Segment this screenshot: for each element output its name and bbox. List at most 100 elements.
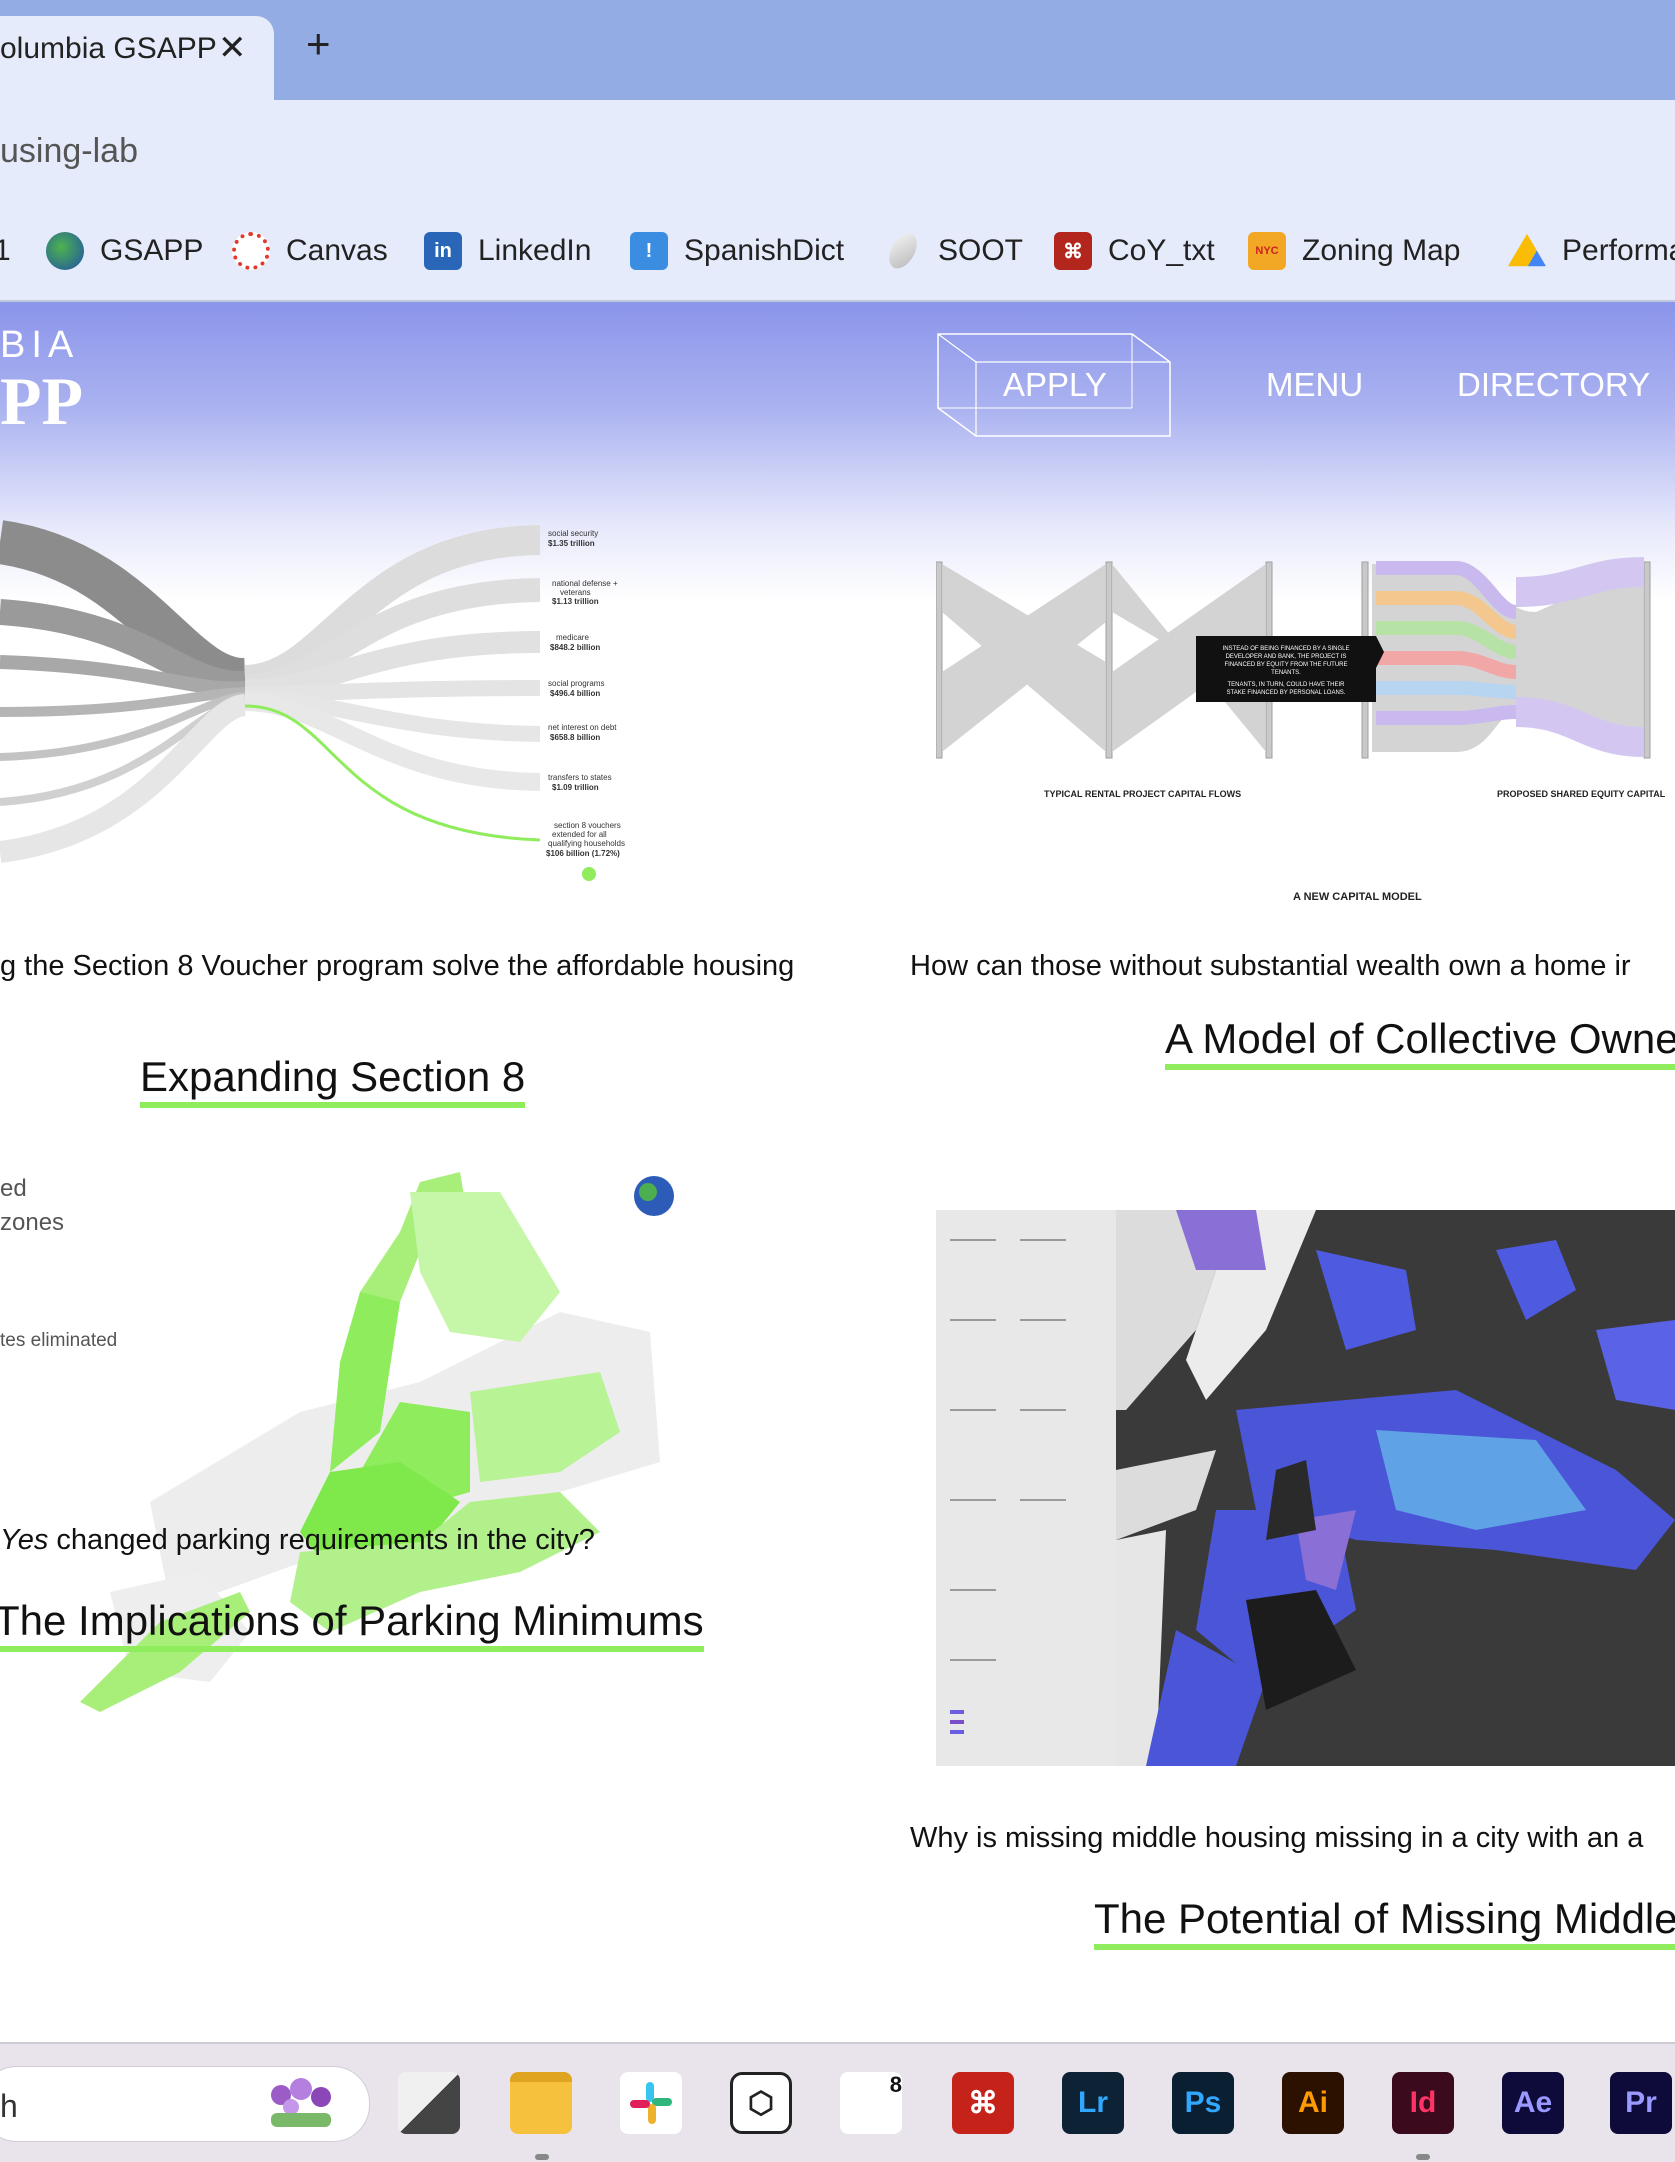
- capital-model-figure[interactable]: INSTEAD OF BEING FINANCED BY A SINGLE DE…: [936, 552, 1675, 922]
- bookmark-label: Canvas: [286, 234, 388, 267]
- spanishdict-icon: !: [630, 232, 668, 270]
- svg-text:transfers to states: transfers to states: [548, 773, 612, 782]
- task-view-icon[interactable]: [398, 2072, 460, 2134]
- bookmark-performa[interactable]: Performa: [1508, 228, 1675, 274]
- flowers-icon: [271, 2078, 331, 2127]
- description-text: changed parking requirements in the city…: [48, 1524, 595, 1556]
- svg-text:social programs: social programs: [548, 679, 604, 688]
- after-effects-icon[interactable]: Ae: [1502, 2072, 1564, 2134]
- site-logo-top[interactable]: BIA: [0, 324, 79, 367]
- acrobat-icon[interactable]: ⌘: [952, 2072, 1014, 2134]
- svg-text:TENANTS.: TENANTS.: [1271, 670, 1301, 676]
- svg-text:$1.09 trillion: $1.09 trillion: [552, 783, 599, 792]
- rhino-icon[interactable]: 8: [840, 2072, 902, 2134]
- svg-text:FINANCED BY EQUITY FROM THE FU: FINANCED BY EQUITY FROM THE FUTURE: [1224, 662, 1347, 668]
- running-indicator: [535, 2154, 549, 2160]
- soot-icon: [883, 228, 923, 274]
- blender-cube-icon[interactable]: ⬡: [730, 2072, 792, 2134]
- svg-text:zones: zones: [0, 1209, 64, 1236]
- svg-text:medicare: medicare: [556, 633, 589, 642]
- tab-title: olumbia GSAPP: [0, 32, 217, 65]
- svg-text:DEVELOPER AND BANK, THE PROJEC: DEVELOPER AND BANK, THE PROJECT IS: [1226, 654, 1347, 660]
- svg-text:$106 billion (1.72%): $106 billion (1.72%): [546, 849, 620, 858]
- bookmark-label: Performa: [1562, 234, 1675, 267]
- running-indicator: [1416, 2154, 1430, 2160]
- globe-icon: [46, 232, 84, 270]
- windows-taskbar: h ⬡ 8 ⌘ Lr Ps Ai Id Ae Pr: [0, 2042, 1675, 2162]
- missing-middle-map[interactable]: [936, 1210, 1675, 1766]
- browser-tab-strip: olumbia GSAPP ✕ +: [0, 0, 1675, 100]
- svg-text:$848.2 billion: $848.2 billion: [550, 643, 600, 652]
- search-placeholder[interactable]: h: [0, 2088, 18, 2125]
- google-drive-icon: [1508, 233, 1546, 267]
- bookmark-label: GSAPP: [100, 234, 204, 267]
- svg-text:$658.8 billion: $658.8 billion: [550, 733, 600, 742]
- taskbar-search-box[interactable]: [0, 2066, 370, 2142]
- bookmark-label: Zoning Map: [1302, 234, 1461, 267]
- bookmark-label: 1: [0, 234, 11, 268]
- svg-text:national defense +: national defense +: [552, 579, 618, 588]
- project-description: How can those without substantial wealth…: [910, 950, 1631, 982]
- site-logo-bottom[interactable]: PP: [0, 362, 83, 441]
- project-description: g the Section 8 Voucher program solve th…: [0, 950, 795, 982]
- menu-link[interactable]: MENU: [1266, 366, 1363, 404]
- svg-text:PROPOSED SHARED EQUITY CAPITAL: PROPOSED SHARED EQUITY CAPITAL: [1497, 789, 1666, 799]
- bookmark-label: CoY_txt: [1108, 234, 1215, 267]
- svg-text:extended for all: extended for all: [552, 830, 607, 839]
- svg-text:ed: ed: [0, 1175, 27, 1202]
- project-title-collective-ownership[interactable]: A Model of Collective Owne: [1165, 1015, 1675, 1071]
- bookmark-label: SpanishDict: [684, 234, 845, 267]
- svg-text:INSTEAD OF BEING FINANCED BY A: INSTEAD OF BEING FINANCED BY A SINGLE: [1223, 646, 1350, 652]
- bookmark-linkedin[interactable]: in LinkedIn: [424, 228, 591, 274]
- pdf-icon: ⌘: [1054, 232, 1092, 270]
- emphasis-text: Yes: [0, 1524, 49, 1556]
- canvas-icon: [232, 232, 270, 270]
- indesign-icon[interactable]: Id: [1392, 2072, 1454, 2134]
- bookmarks-bar: 1 GSAPP Canvas in LinkedIn ! SpanishDict…: [0, 200, 1675, 302]
- section8-sankey-figure[interactable]: social security$1.35 trillion national d…: [0, 502, 640, 902]
- directory-link[interactable]: DIRECTORY: [1457, 366, 1650, 404]
- project-description: Yes changed parking requirements in the …: [0, 1524, 595, 1557]
- svg-text:STAKE FINANCED BY PERSONAL LOA: STAKE FINANCED BY PERSONAL LOANS.: [1227, 690, 1346, 696]
- lightroom-icon[interactable]: Lr: [1062, 2072, 1124, 2134]
- premiere-icon[interactable]: Pr: [1610, 2072, 1672, 2134]
- address-bar[interactable]: using-lab: [0, 100, 1675, 200]
- linkedin-icon: in: [424, 232, 462, 270]
- bookmark-zoning-map[interactable]: NYC Zoning Map: [1248, 228, 1460, 274]
- bookmark-canvas[interactable]: Canvas: [232, 228, 388, 274]
- project-title-parking-minimums[interactable]: The Implications of Parking Minimums: [0, 1597, 704, 1653]
- new-tab-button[interactable]: +: [306, 20, 331, 68]
- project-description: Why is missing middle housing missing in…: [910, 1822, 1644, 1854]
- bookmark-soot[interactable]: SOOT: [883, 228, 1024, 274]
- close-tab-icon[interactable]: ✕: [218, 28, 247, 68]
- photoshop-icon[interactable]: Ps: [1172, 2072, 1234, 2134]
- project-title-missing-middle[interactable]: The Potential of Missing Middle: [1094, 1895, 1675, 1951]
- svg-text:net interest on debt: net interest on debt: [548, 723, 617, 732]
- svg-text:A NEW CAPITAL MODEL: A NEW CAPITAL MODEL: [1293, 891, 1422, 903]
- svg-text:veterans: veterans: [560, 588, 591, 597]
- project-title-expanding-section-8[interactable]: Expanding Section 8: [140, 1053, 526, 1109]
- apply-label[interactable]: APPLY: [1003, 366, 1107, 404]
- svg-text:tes eliminated: tes eliminated: [0, 1330, 117, 1351]
- svg-text:TENANTS, IN TURN, COULD HAVE T: TENANTS, IN TURN, COULD HAVE THEIR: [1227, 682, 1345, 688]
- bookmark-item[interactable]: 1: [0, 228, 11, 274]
- illustrator-icon[interactable]: Ai: [1282, 2072, 1344, 2134]
- svg-text:$1.13 trillion: $1.13 trillion: [552, 597, 599, 606]
- bookmark-gsapp[interactable]: GSAPP: [46, 228, 203, 274]
- slack-icon[interactable]: [620, 2072, 682, 2134]
- bookmark-label: LinkedIn: [478, 234, 592, 267]
- svg-text:qualifying households: qualifying households: [548, 839, 625, 848]
- file-explorer-icon[interactable]: [510, 2072, 572, 2134]
- svg-text:$496.4 billion: $496.4 billion: [550, 689, 600, 698]
- url-text[interactable]: using-lab: [0, 132, 138, 171]
- svg-text:social security: social security: [548, 529, 598, 538]
- page-content: BIA PP APPLY MENU DIRECTORY social secur…: [0, 302, 1675, 2042]
- bookmark-coy-txt[interactable]: ⌘ CoY_txt: [1054, 228, 1215, 274]
- svg-text:$1.35 trillion: $1.35 trillion: [548, 539, 595, 548]
- nyc-planning-icon: NYC: [1248, 232, 1286, 270]
- bookmark-label: SOOT: [938, 234, 1024, 267]
- svg-text:TYPICAL RENTAL PROJECT CAPITAL: TYPICAL RENTAL PROJECT CAPITAL FLOWS: [1044, 789, 1241, 799]
- svg-text:section 8 vouchers: section 8 vouchers: [554, 821, 621, 830]
- browser-tab[interactable]: olumbia GSAPP ✕: [0, 16, 274, 100]
- bookmark-spanishdict[interactable]: ! SpanishDict: [630, 228, 844, 274]
